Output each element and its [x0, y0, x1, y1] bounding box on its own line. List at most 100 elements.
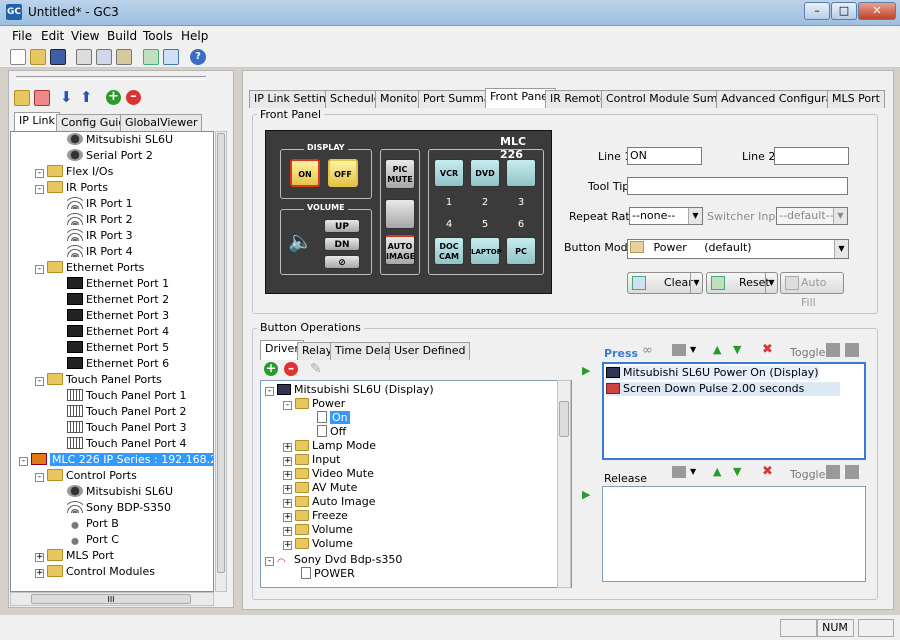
press-list-item[interactable]: Mitsubishi SL6U Power On (Display) — [606, 366, 819, 380]
mute-icon[interactable]: ⊘ — [324, 255, 360, 269]
toggle-box-1[interactable] — [826, 343, 840, 357]
driver-tree-item[interactable]: + Video Mute — [283, 467, 374, 481]
tree-item-port-b[interactable]: Port B — [67, 516, 119, 532]
tree-item-ethernet-ports[interactable]: - Ethernet Ports — [35, 260, 144, 276]
maximize-icon[interactable]: □ — [831, 2, 857, 20]
driver-tree-item[interactable]: + Lamp Mode — [283, 439, 376, 453]
tree-item-sony-bdp-s350[interactable]: Sony BDP-S350 — [67, 500, 171, 516]
menu-edit[interactable]: Edit — [41, 29, 64, 43]
press-list-item[interactable]: Screen Down Pulse 2.00 seconds — [606, 382, 840, 396]
move-down-icon[interactable]: ▼ — [733, 465, 741, 478]
tree-item-ethernet-port-6[interactable]: Ethernet Port 6 — [67, 356, 169, 372]
driver-tree-item[interactable]: + AV Mute — [283, 481, 357, 495]
volume-down-button[interactable]: DN — [324, 237, 360, 251]
tab-ip-link[interactable]: IP Link — [14, 112, 60, 132]
loop-icon[interactable]: ∞ — [642, 343, 653, 358]
driver-tree-item[interactable]: + Auto Image — [283, 495, 376, 509]
on-button[interactable]: ON — [290, 159, 320, 187]
repeat-rate-select[interactable]: --none-- ▼ — [629, 207, 703, 225]
tab-user-defined[interactable]: User Defined — [389, 342, 471, 360]
line2-input[interactable] — [774, 147, 849, 165]
open-folder-icon[interactable] — [30, 49, 46, 65]
tree-horizontal-scrollbar[interactable]: III — [10, 592, 214, 606]
auto-fill-button[interactable]: Auto Fill — [780, 272, 844, 309]
chevron-down-icon[interactable]: ▼ — [690, 467, 696, 476]
save-icon[interactable] — [50, 49, 66, 65]
expand-icon[interactable]: + — [283, 457, 292, 466]
tree-item-ir-ports[interactable]: - IR Ports — [35, 180, 108, 196]
help-icon[interactable]: ? — [190, 49, 206, 65]
collapse-icon[interactable]: - — [35, 265, 44, 274]
collapse-icon[interactable]: - — [35, 185, 44, 194]
driver-tree-item[interactable]: + Volume — [283, 537, 353, 551]
close-icon[interactable]: ✕ — [858, 2, 896, 20]
volume-up-button[interactable]: UP — [324, 219, 360, 233]
expand-icon[interactable]: + — [283, 513, 292, 522]
tree-item-ir-port-1[interactable]: IR Port 1 — [67, 196, 133, 212]
tree-item-ethernet-port-4[interactable]: Ethernet Port 4 — [67, 324, 169, 340]
tree-item-ethernet-port-5[interactable]: Ethernet Port 5 — [67, 340, 169, 356]
source-button-3[interactable] — [506, 159, 536, 187]
tree-item-ir-port-4[interactable]: IR Port 4 — [67, 244, 133, 260]
move-down-icon[interactable]: ⬇ — [60, 88, 73, 106]
remove-command-icon[interactable]: – — [284, 362, 298, 376]
delete-folder-icon[interactable] — [34, 90, 50, 106]
menu-help[interactable]: Help — [181, 29, 208, 43]
remove-icon[interactable]: – — [126, 90, 141, 105]
line1-input[interactable]: ON — [627, 147, 702, 165]
tree-item-touch-panel-port-4[interactable]: Touch Panel Port 4 — [67, 436, 187, 452]
tooltip-input[interactable] — [627, 177, 848, 195]
scroll-thumb[interactable] — [559, 401, 569, 437]
add-icon[interactable]: + — [106, 90, 121, 105]
driver-tree-item[interactable]: - ◠ Sony Dvd Bdp-s350 — [265, 553, 402, 568]
collapse-icon[interactable]: - — [19, 457, 28, 466]
expand-icon[interactable]: + — [283, 443, 292, 452]
tree-item-mitsubishi-sl6u-2[interactable]: Mitsubishi SL6U — [67, 484, 173, 500]
cut-icon[interactable] — [76, 49, 92, 65]
driver-tree-item[interactable]: - Power — [283, 397, 345, 411]
expand-icon[interactable]: + — [283, 541, 292, 550]
copy-icon[interactable] — [96, 49, 112, 65]
tree-item-port-c[interactable]: Port C — [67, 532, 119, 548]
driver-tree-item[interactable]: Off — [317, 425, 346, 439]
move-up-icon[interactable]: ▲ — [713, 343, 721, 356]
new-file-icon[interactable] — [10, 49, 26, 65]
tree-item-control-modules[interactable]: + Control Modules — [35, 564, 155, 580]
toggle-box-2[interactable] — [845, 343, 859, 357]
source-button-vcr[interactable]: VCR — [434, 159, 464, 187]
tree-item-mitsubishi-sl6u[interactable]: Mitsubishi SL6U — [67, 132, 173, 148]
expand-icon[interactable]: + — [283, 527, 292, 536]
tree-item-touch-panel-port-1[interactable]: Touch Panel Port 1 — [67, 388, 187, 404]
driver-tree-item[interactable]: + Volume — [283, 523, 353, 537]
menu-build[interactable]: Build — [107, 29, 137, 43]
toggle-box-4[interactable] — [845, 465, 859, 479]
collapse-icon[interactable]: - — [265, 557, 274, 566]
driver-tree-item[interactable]: + Input — [283, 453, 340, 467]
chevron-down-icon[interactable]: ▼ — [690, 345, 696, 354]
source-button-dvd[interactable]: DVD — [470, 159, 500, 187]
tree-item-mlc-226[interactable]: - MLC 226 IP Series : 192.168.25 — [19, 452, 213, 468]
toggle-box-3[interactable] — [826, 465, 840, 479]
scroll-thumb[interactable] — [217, 133, 225, 573]
edit-icon[interactable]: ✎ — [310, 361, 322, 377]
delete-icon[interactable]: ✖ — [762, 464, 773, 479]
driver-tree-item[interactable]: On — [317, 411, 350, 425]
expand-icon[interactable]: + — [283, 499, 292, 508]
blank-button[interactable] — [385, 199, 415, 229]
options-icon[interactable] — [672, 466, 686, 478]
tree-item-ir-port-2[interactable]: IR Port 2 — [67, 212, 133, 228]
add-to-release-icon[interactable]: ▶ — [582, 488, 590, 501]
tree-item-serial-port-2[interactable]: Serial Port 2 — [67, 148, 153, 164]
source-button-pc[interactable]: PC — [506, 237, 536, 265]
expand-icon[interactable]: + — [283, 471, 292, 480]
switcher-input-select[interactable]: --default-- ▼ — [776, 207, 848, 225]
add-command-icon[interactable]: + — [264, 362, 278, 376]
clear-button[interactable]: Clear ▼ — [627, 272, 703, 294]
reset-button[interactable]: Reset ▼ — [706, 272, 778, 294]
menu-view[interactable]: View — [71, 29, 99, 43]
add-folder-icon[interactable] — [14, 90, 30, 106]
tab-mls-port[interactable]: MLS Port — [827, 90, 885, 108]
collapse-icon[interactable]: - — [283, 401, 292, 410]
button-modes-select[interactable]: Power (default) ▼ — [627, 239, 849, 259]
move-down-icon[interactable]: ▼ — [733, 343, 741, 356]
